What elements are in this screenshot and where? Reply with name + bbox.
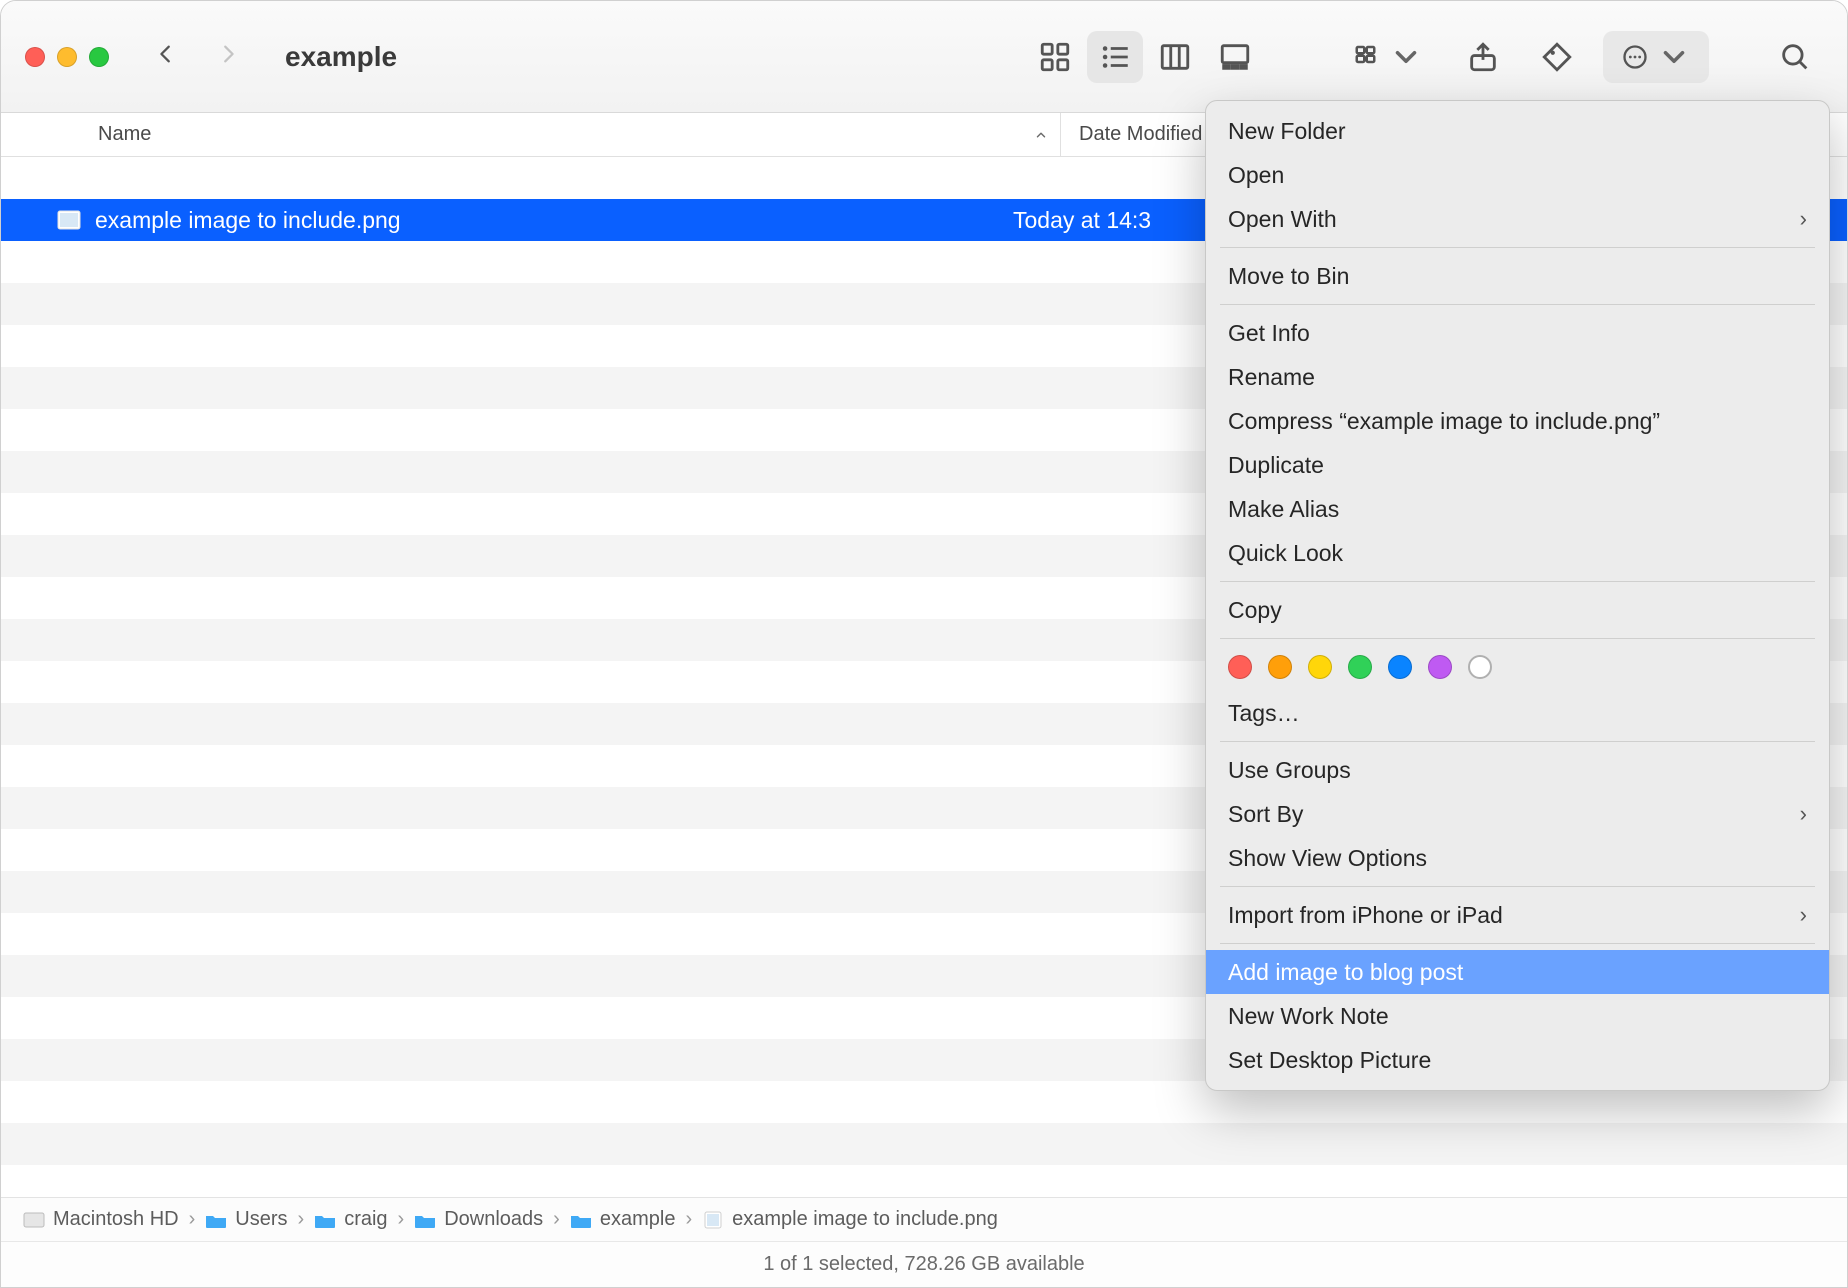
menu-item-new-work-note[interactable]: New Work Note [1206,994,1829,1038]
folder-icon [205,1211,227,1229]
image-file-icon [55,208,83,232]
tag-red[interactable] [1228,655,1252,679]
file-name: example image to include.png [95,207,995,234]
menu-item-quick-look[interactable]: Quick Look [1206,531,1829,575]
menu-item-add-image-blog[interactable]: Add image to blog post [1206,950,1829,994]
path-crumb-file[interactable]: example image to include.png [702,1208,998,1231]
status-bar: 1 of 1 selected, 728.26 GB available [1,1241,1847,1287]
path-crumb-user[interactable]: craig [314,1208,387,1231]
path-crumb-downloads[interactable]: Downloads [414,1208,543,1231]
window-title: example [285,41,397,73]
disk-icon [23,1211,45,1229]
folder-icon [414,1211,436,1229]
breadcrumb-sep: › [553,1208,560,1231]
table-row-empty [1,1123,1847,1165]
tag-blue[interactable] [1388,655,1412,679]
menu-item-use-groups[interactable]: Use Groups [1206,748,1829,792]
icon-view-button[interactable] [1027,31,1083,83]
tag-purple[interactable] [1428,655,1452,679]
menu-item-compress[interactable]: Compress “example image to include.png” [1206,399,1829,443]
chevron-right-icon: › [1800,801,1807,827]
column-header-name[interactable]: Name [1,123,1021,146]
share-button[interactable] [1455,31,1511,83]
gallery-view-button[interactable] [1207,31,1263,83]
actions-button[interactable] [1603,31,1709,83]
menu-item-import-iphone[interactable]: Import from iPhone or iPad› [1206,893,1829,937]
menu-item-open[interactable]: Open [1206,153,1829,197]
breadcrumb-sep: › [189,1208,196,1231]
list-view-button[interactable] [1087,31,1143,83]
minimize-window-button[interactable] [57,47,77,67]
file-date: Today at 14:3 [995,207,1151,234]
close-window-button[interactable] [25,47,45,67]
menu-item-sort-by[interactable]: Sort By› [1206,792,1829,836]
tag-none[interactable] [1468,655,1492,679]
zoom-window-button[interactable] [89,47,109,67]
menu-item-open-with[interactable]: Open With› [1206,197,1829,241]
breadcrumb-sep: › [685,1208,692,1231]
menu-item-new-folder[interactable]: New Folder [1206,109,1829,153]
menu-item-set-desktop[interactable]: Set Desktop Picture [1206,1038,1829,1082]
search-button[interactable] [1767,31,1823,83]
image-file-icon [702,1211,724,1229]
menu-item-rename[interactable]: Rename [1206,355,1829,399]
context-menu: New Folder Open Open With› Move to Bin G… [1205,100,1830,1091]
view-switcher [1027,31,1263,83]
back-button[interactable] [155,37,177,76]
tag-color-row [1206,645,1829,691]
column-header-date-label: Date Modified [1079,123,1202,145]
tags-button[interactable] [1529,31,1585,83]
tag-yellow[interactable] [1308,655,1332,679]
folder-icon [570,1211,592,1229]
menu-item-tags[interactable]: Tags… [1206,691,1829,735]
finder-window: example [0,0,1848,1288]
menu-item-get-info[interactable]: Get Info [1206,311,1829,355]
menu-item-copy[interactable]: Copy [1206,588,1829,632]
path-crumb-folder[interactable]: example [570,1208,676,1231]
forward-button[interactable] [217,37,239,76]
column-header-name-label: Name [98,123,151,146]
traffic-lights [25,47,109,67]
menu-item-show-view-options[interactable]: Show View Options [1206,836,1829,880]
chevron-right-icon: › [1800,902,1807,928]
breadcrumb-sep: › [398,1208,405,1231]
chevron-right-icon: › [1800,206,1807,232]
group-by-button[interactable] [1339,31,1437,83]
column-header-date[interactable]: Date Modified [1061,123,1202,146]
menu-item-move-to-bin[interactable]: Move to Bin [1206,254,1829,298]
path-crumb-users[interactable]: Users [205,1208,287,1231]
sort-indicator[interactable] [1021,113,1061,156]
nav-arrows [155,37,239,76]
folder-icon [314,1211,336,1229]
status-text: 1 of 1 selected, 728.26 GB available [763,1253,1084,1276]
toolbar: example [1,1,1847,113]
path-bar: Macintosh HD › Users › craig › Downloads… [1,1197,1847,1241]
column-view-button[interactable] [1147,31,1203,83]
path-crumb-hd[interactable]: Macintosh HD [23,1208,179,1231]
tag-orange[interactable] [1268,655,1292,679]
breadcrumb-sep: › [298,1208,305,1231]
menu-item-duplicate[interactable]: Duplicate [1206,443,1829,487]
menu-item-make-alias[interactable]: Make Alias [1206,487,1829,531]
tag-green[interactable] [1348,655,1372,679]
